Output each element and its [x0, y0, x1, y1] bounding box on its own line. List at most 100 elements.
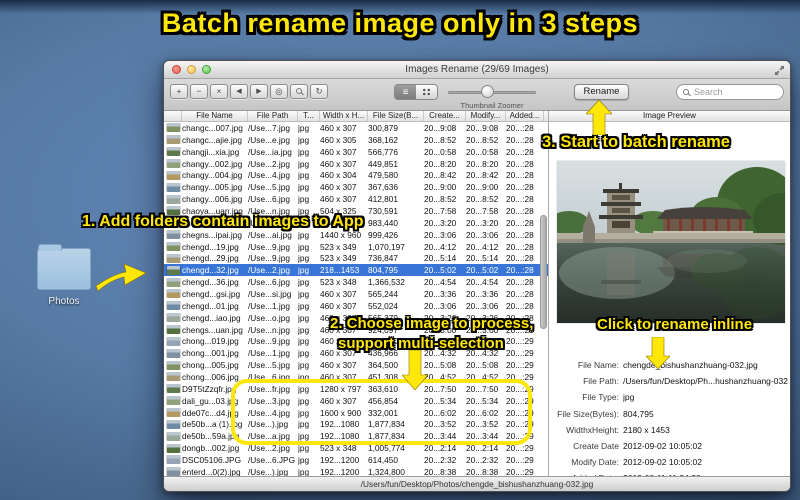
- cell-modified: 20...8:52: [466, 134, 499, 145]
- preview-field-value: 804,795: [623, 408, 654, 419]
- thumbnail-zoom-slider-thumb[interactable]: [481, 85, 494, 98]
- table-row[interactable]: enterd...0(2).jpg/Use...).jpg jpg 192...12…: [164, 466, 548, 476]
- list-view-icon: ≡: [402, 86, 409, 98]
- table-row[interactable]: changc...007.jpg/Use...7.jpg jpg 460 x 307…: [164, 122, 548, 134]
- cell-created: 20...8:52: [424, 134, 457, 145]
- preview-field-label: File Name:: [577, 360, 619, 371]
- cell-dims: 460 x 307: [320, 122, 357, 133]
- vertical-scrollbar[interactable]: [540, 215, 547, 329]
- file-thumbnail-icon: [167, 408, 180, 418]
- search-field[interactable]: Search: [676, 84, 784, 100]
- fullscreen-icon[interactable]: [774, 65, 785, 76]
- close-window-icon[interactable]: [172, 65, 181, 74]
- table-row[interactable]: changy...006.jpg/Use...6.jpg jpg 460 x 307…: [164, 193, 548, 205]
- cell-added: 20...:28: [506, 217, 534, 228]
- cell-thumbnail: [164, 242, 182, 252]
- column-header[interactable]: Width x H...: [320, 111, 368, 121]
- add-folder-button[interactable]: +: [170, 84, 188, 99]
- zoom-window-icon[interactable]: [202, 65, 211, 74]
- table-row[interactable]: changji...xia.jpg/Use...ia.jpg jpg 460 x 3…: [164, 146, 548, 158]
- rename-button[interactable]: Rename: [574, 84, 629, 100]
- column-header[interactable]: [164, 111, 182, 121]
- table-row[interactable]: chong...005.jpg/Use...5.jpg jpg 460 x 307 3…: [164, 359, 548, 371]
- preview-field-row[interactable]: File Type: jpg: [551, 389, 788, 405]
- preview-field-value: 2180 x 1453: [623, 424, 670, 435]
- search-tool-button[interactable]: [290, 84, 308, 99]
- photos-folder-icon[interactable]: [37, 244, 91, 290]
- cell-dims: 460 x 307: [320, 158, 357, 169]
- preview-eye-button[interactable]: ◎: [270, 84, 288, 99]
- cell-dims: 460 x 307: [320, 146, 357, 157]
- file-thumbnail-icon: [167, 170, 180, 180]
- file-thumbnail-icon: [167, 135, 180, 145]
- table-row[interactable]: DSC05106.JPG/Use...6.JPG jpg 192...1200 614…: [164, 454, 548, 466]
- file-thumbnail-icon: [167, 301, 180, 311]
- cell-dims: 523 x 349: [320, 253, 357, 264]
- table-row[interactable]: changy...002.jpg/Use...2.jpg jpg 460 x 307…: [164, 158, 548, 170]
- file-thumbnail-icon: [167, 325, 180, 335]
- cell-added: 20...:28: [506, 182, 534, 193]
- cell-name: chong...019.jpg: [182, 336, 239, 347]
- preview-field-row[interactable]: File Size(Bytes): 804,795: [551, 406, 788, 422]
- cell-type: jpg: [298, 158, 310, 169]
- minimize-window-icon[interactable]: [187, 65, 196, 74]
- previous-button[interactable]: ◀: [230, 84, 248, 99]
- multi-selection-outline: [231, 379, 532, 445]
- cell-size: 1,324,800: [368, 466, 405, 476]
- column-header[interactable]: Added...: [506, 111, 544, 121]
- cell-created: 20...3:20: [424, 217, 457, 228]
- clear-button[interactable]: ×: [210, 84, 228, 99]
- cell-added: 20...:29: [506, 336, 534, 347]
- preview-field-row[interactable]: Create Date 2012-09-02 10:05:02: [551, 438, 788, 454]
- cell-added: 20...:28: [506, 194, 534, 205]
- column-header[interactable]: T...: [298, 111, 320, 121]
- table-row[interactable]: chengd...01.jpg/Use...1.jpg jpg 460 x 307 5…: [164, 300, 548, 312]
- table-row[interactable]: chengd...29.jpg/Use...9.jpg jpg 523 x 349 7…: [164, 252, 548, 264]
- column-header[interactable]: File Size(B...: [368, 111, 424, 121]
- cell-modified: 20...7:58: [466, 205, 499, 216]
- remove-button[interactable]: −: [190, 84, 208, 99]
- window-titlebar[interactable]: Images Rename (29/69 Images): [164, 61, 790, 79]
- cell-thumbnail: [164, 313, 182, 323]
- grid-view-button[interactable]: [416, 85, 437, 99]
- next-button[interactable]: ▶: [250, 84, 268, 99]
- cell-modified: 20...3:20: [466, 217, 499, 228]
- cell-dims: 1440 x 960: [320, 229, 362, 240]
- preview-field-row[interactable]: File Path: /Users/fun/Desktop/Ph...hushan…: [551, 373, 788, 389]
- cell-thumbnail: [164, 408, 182, 418]
- cell-size: 368,162: [368, 134, 398, 145]
- table-row[interactable]: changc...ajie.jpg/Use...e.jpg jpg 460 x 30…: [164, 134, 548, 146]
- table-row[interactable]: chengd...32.jpg/Use...2.jpg jpg 218...1453…: [164, 264, 548, 277]
- table-row[interactable]: chengd...36.jpg/Use...6.jpg jpg 523 x 348 1…: [164, 276, 548, 288]
- list-view-button[interactable]: ≡: [395, 85, 416, 99]
- preview-field-row[interactable]: WidthxHeight: 2180 x 1453: [551, 422, 788, 438]
- cell-size: 300,879: [368, 122, 398, 133]
- column-header[interactable]: File Name: [182, 111, 248, 121]
- cell-thumbnail: [164, 182, 182, 192]
- cell-created: 20...7:58: [424, 205, 457, 216]
- cell-modified: 20...9:00: [466, 182, 499, 193]
- cell-name: changy...006.jpg: [182, 194, 243, 205]
- cell-size: 1,070,197: [368, 241, 405, 252]
- column-header[interactable]: Modify...: [466, 111, 506, 121]
- column-header[interactable]: File Path: [248, 111, 298, 121]
- table-row[interactable]: changy...005.jpg/Use...5.jpg jpg 460 x 307…: [164, 181, 548, 193]
- cell-path: /Use...n.jpg: [248, 324, 290, 335]
- column-header[interactable]: Create...: [424, 111, 466, 121]
- preview-field-row[interactable]: Modify Date: 2012-09-02 10:05:02: [551, 454, 788, 470]
- refresh-button[interactable]: ↻: [310, 84, 328, 99]
- cell-size: 999,426: [368, 229, 398, 240]
- table-row[interactable]: chengd...19.jpg/Use...9.jpg jpg 523 x 349 1…: [164, 241, 548, 253]
- file-thumbnail-icon: [167, 265, 180, 275]
- cell-modified: 20...3:06: [466, 229, 499, 240]
- cell-added: 20...:28: [506, 300, 534, 311]
- cell-name: chengd...32.jpg: [182, 265, 239, 276]
- cell-thumbnail: [164, 455, 182, 465]
- cell-created: 20...9:08: [424, 122, 457, 133]
- cell-type: jpg: [298, 194, 310, 205]
- cell-type: jpg: [298, 336, 310, 347]
- table-row[interactable]: chengd...gsi.jpg/Use...si.jpg jpg 460 x 30…: [164, 288, 548, 300]
- table-row[interactable]: changy...004.jpg/Use...4.jpg jpg 460 x 304…: [164, 169, 548, 181]
- cell-thumbnail: [164, 277, 182, 287]
- file-thumbnail-icon: [167, 182, 180, 192]
